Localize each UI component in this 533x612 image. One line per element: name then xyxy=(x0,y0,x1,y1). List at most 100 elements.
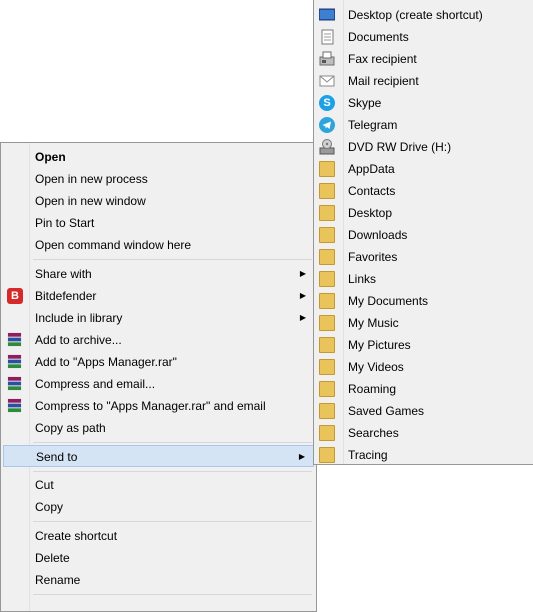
send-to-contacts[interactable]: Contacts xyxy=(316,180,531,202)
submenu-item-label: Telegram xyxy=(348,118,398,132)
send-to-skype[interactable]: S Skype xyxy=(316,92,531,114)
menu-item-label: Add to "Apps Manager.rar" xyxy=(35,355,177,369)
menu-separator xyxy=(33,442,312,443)
submenu-item-label: My Pictures xyxy=(348,338,411,352)
menu-item-add-to-archive[interactable]: Add to archive... xyxy=(3,329,314,351)
send-to-documents[interactable]: Documents xyxy=(316,26,531,48)
folder-icon xyxy=(319,271,335,287)
menu-item-open-in-new-window[interactable]: Open in new window xyxy=(3,190,314,212)
folder-icon xyxy=(319,381,335,397)
submenu-item-label: AppData xyxy=(348,162,395,176)
menu-item-compress-and-email[interactable]: Compress and email... xyxy=(3,373,314,395)
folder-icon xyxy=(319,425,335,441)
send-to-tracing[interactable]: Tracing xyxy=(316,444,531,466)
menu-item-label: Copy xyxy=(35,500,64,514)
menu-item-label: Send to xyxy=(36,450,78,464)
menu-item-label: Copy as path xyxy=(35,421,106,435)
skype-icon: S xyxy=(319,95,335,111)
folder-icon xyxy=(319,161,335,177)
menu-item-delete[interactable]: Delete xyxy=(3,547,314,569)
menu-item-label: Include in library xyxy=(35,311,123,325)
submenu-item-label: Favorites xyxy=(348,250,398,264)
menu-separator xyxy=(33,471,312,472)
folder-icon xyxy=(319,359,335,375)
submenu-item-label: Desktop xyxy=(348,206,393,220)
submenu-item-label: Links xyxy=(348,272,377,286)
bitdefender-icon: B xyxy=(7,288,23,304)
menu-item-label: Bitdefender xyxy=(35,289,97,303)
menu-item-cut[interactable]: Cut xyxy=(3,474,314,496)
submenu-item-label: Searches xyxy=(348,426,399,440)
menu-item-label: Open in new window xyxy=(35,194,146,208)
send-to-appdata[interactable]: AppData xyxy=(316,158,531,180)
folder-icon xyxy=(319,447,335,463)
submenu-item-label: My Documents xyxy=(348,294,429,308)
menu-item-label: Open command window here xyxy=(35,238,192,252)
folder-icon xyxy=(319,337,335,353)
mail-icon xyxy=(319,73,335,89)
menu-item-label: Open in new process xyxy=(35,172,148,186)
winrar-icon xyxy=(7,332,23,348)
menu-item-label: Add to archive... xyxy=(35,333,122,347)
dvd-drive-icon xyxy=(319,139,335,155)
folder-icon xyxy=(319,293,335,309)
menu-item-bitdefender[interactable]: B Bitdefender ▶ xyxy=(3,285,314,307)
menu-item-share-with[interactable]: Share with ▶ xyxy=(3,263,314,285)
send-to-roaming[interactable]: Roaming xyxy=(316,378,531,400)
menu-item-label: Create shortcut xyxy=(35,529,118,543)
submenu-item-label: Mail recipient xyxy=(348,74,419,88)
send-to-desktop-shortcut[interactable]: Desktop (create shortcut) xyxy=(316,4,531,26)
send-to-saved-games[interactable]: Saved Games xyxy=(316,400,531,422)
menu-item-pin-to-start[interactable]: Pin to Start xyxy=(3,212,314,234)
send-to-downloads[interactable]: Downloads xyxy=(316,224,531,246)
send-to-mail-recipient[interactable]: Mail recipient xyxy=(316,70,531,92)
send-to-my-documents[interactable]: My Documents xyxy=(316,290,531,312)
telegram-icon xyxy=(319,117,335,133)
context-menu: Open Open in new process Open in new win… xyxy=(0,142,317,612)
send-to-my-music[interactable]: My Music xyxy=(316,312,531,334)
send-to-telegram[interactable]: Telegram xyxy=(316,114,531,136)
submenu-arrow-icon: ▶ xyxy=(299,291,306,300)
submenu-item-label: DVD RW Drive (H:) xyxy=(348,140,452,154)
menu-item-open[interactable]: Open xyxy=(3,146,314,168)
menu-separator xyxy=(33,594,312,595)
menu-item-open-in-new-process[interactable]: Open in new process xyxy=(3,168,314,190)
submenu-item-label: My Videos xyxy=(348,360,404,374)
menu-item-label: Compress to "Apps Manager.rar" and email xyxy=(35,399,266,413)
documents-icon xyxy=(319,29,335,45)
submenu-arrow-icon: ▶ xyxy=(299,269,306,278)
menu-item-label: Rename xyxy=(35,573,81,587)
send-to-searches[interactable]: Searches xyxy=(316,422,531,444)
menu-item-copy[interactable]: Copy xyxy=(3,496,314,518)
menu-item-add-to-rar[interactable]: Add to "Apps Manager.rar" xyxy=(3,351,314,373)
menu-item-open-command-window[interactable]: Open command window here xyxy=(3,234,314,256)
menu-item-rename[interactable]: Rename xyxy=(3,569,314,591)
folder-icon xyxy=(319,249,335,265)
folder-icon xyxy=(319,403,335,419)
send-to-my-pictures[interactable]: My Pictures xyxy=(316,334,531,356)
submenu-item-label: My Music xyxy=(348,316,399,330)
submenu-item-label: Saved Games xyxy=(348,404,425,418)
menu-item-label: Compress and email... xyxy=(35,377,156,391)
submenu-item-label: Tracing xyxy=(348,448,388,462)
menu-item-compress-to-rar-and-email[interactable]: Compress to "Apps Manager.rar" and email xyxy=(3,395,314,417)
menu-item-create-shortcut[interactable]: Create shortcut xyxy=(3,525,314,547)
menu-item-label: Cut xyxy=(35,478,54,492)
menu-separator xyxy=(33,521,312,522)
send-to-favorites[interactable]: Favorites xyxy=(316,246,531,268)
submenu-item-label: Roaming xyxy=(348,382,397,396)
send-to-fax-recipient[interactable]: Fax recipient xyxy=(316,48,531,70)
send-to-desktop[interactable]: Desktop xyxy=(316,202,531,224)
menu-item-copy-as-path[interactable]: Copy as path xyxy=(3,417,314,439)
menu-item-send-to[interactable]: Send to ▶ xyxy=(3,445,314,467)
menu-item-label: Open xyxy=(35,150,66,164)
send-to-dvd-drive[interactable]: DVD RW Drive (H:) xyxy=(316,136,531,158)
send-to-my-videos[interactable]: My Videos xyxy=(316,356,531,378)
submenu-arrow-icon: ▶ xyxy=(298,452,305,461)
folder-icon xyxy=(319,205,335,221)
fax-icon xyxy=(319,51,335,67)
submenu-item-label: Contacts xyxy=(348,184,396,198)
send-to-links[interactable]: Links xyxy=(316,268,531,290)
menu-item-include-in-library[interactable]: Include in library ▶ xyxy=(3,307,314,329)
send-to-submenu: Desktop (create shortcut) Documents Fax … xyxy=(313,0,533,465)
